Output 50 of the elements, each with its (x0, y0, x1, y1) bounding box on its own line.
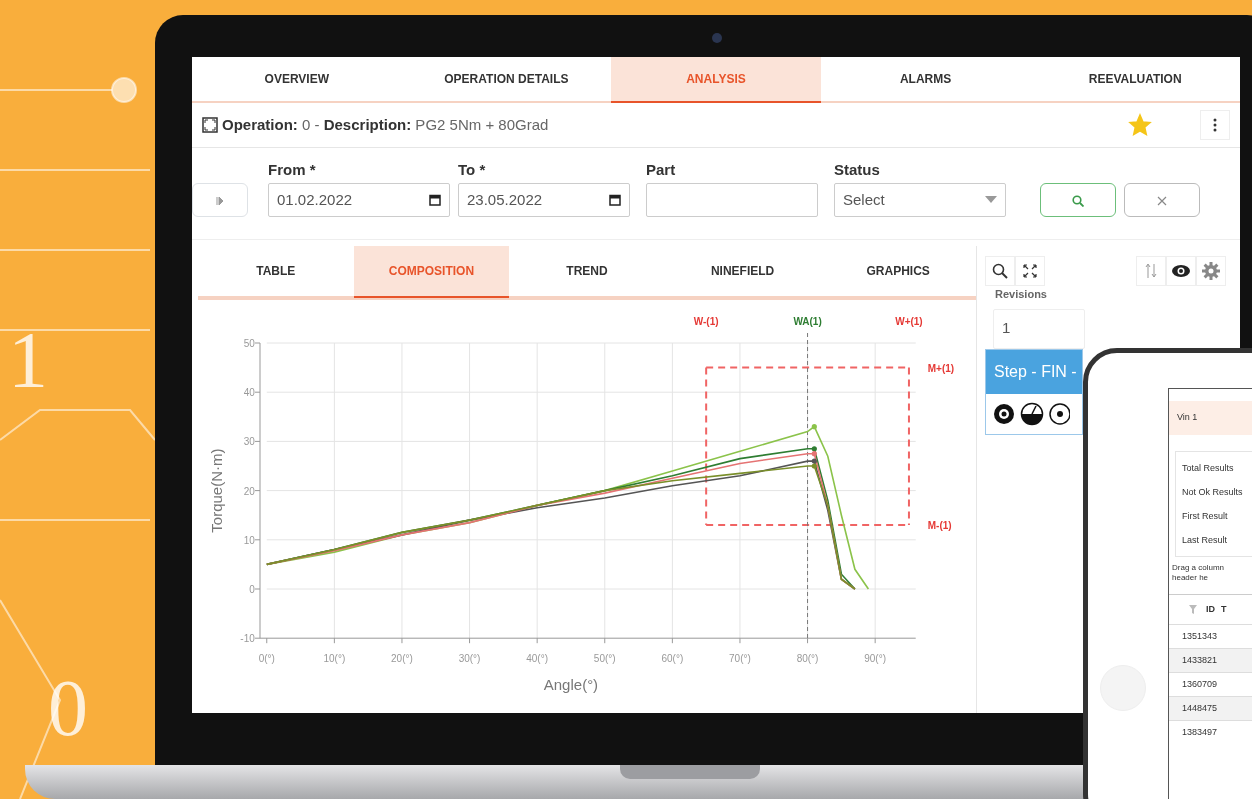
x-tick-label: 30(°) (458, 653, 481, 665)
table-cell-text: 1351343 (1180, 629, 1217, 643)
y-tick-label: 30 (243, 436, 255, 448)
column-header[interactable]: ID (1203, 602, 1215, 617)
x-tick-label: 90(°) (864, 653, 887, 665)
limit-label: W+(1) (895, 316, 923, 327)
operation-description: Operation: 0 - Description: PG2 5Nm + 80Grad (222, 114, 549, 135)
field-label: Status (834, 159, 881, 180)
limit-label: M-(1) (927, 520, 952, 532)
limit-label: WA(1) (793, 316, 822, 327)
field-label: From * (268, 159, 317, 180)
y-tick-label: 20 (243, 485, 255, 497)
x-axis-title: Angle(°) (543, 676, 599, 694)
x-tick-label: 80(°) (796, 653, 819, 665)
table-cell-text: 1383497 (1180, 725, 1217, 739)
limit-label: W-(1) (693, 316, 719, 327)
to-field[interactable]: 23.05.2022 (458, 183, 630, 217)
record-title: Vin 1 (1177, 411, 1198, 425)
y-tick-label: 40 (243, 387, 255, 399)
table-cell-text: 1360709 (1180, 677, 1217, 691)
x-tick-label: 60(°) (661, 653, 684, 665)
field-label: Part (646, 159, 677, 180)
revisions-label: Revisions (995, 287, 1048, 302)
x-tick-label: 0(°) (258, 653, 275, 665)
column-header[interactable]: T (1221, 602, 1227, 617)
x-tick-label: 10(°) (323, 653, 346, 665)
x-tick-label: 70(°) (729, 653, 751, 665)
revision-field[interactable]: 1 (993, 308, 1085, 349)
table-cell-text: 1448475 (1180, 701, 1217, 715)
background-digit: 1 (8, 320, 48, 400)
stat-label: First Result (1182, 510, 1229, 523)
step-title: Step - FIN - (986, 349, 1082, 394)
limit-label: M+(1) (927, 362, 955, 374)
from-field[interactable]: 01.02.2022 (268, 183, 450, 217)
background-digit: 0 (48, 668, 88, 748)
stat-label: Last Result (1182, 534, 1229, 547)
y-tick-label: 0 (249, 584, 255, 595)
y-tick-label: 50 (243, 338, 255, 349)
y-tick-label: 10 (243, 534, 255, 546)
grouping-hint: Drag a column header he (1172, 563, 1226, 583)
stat-label: Not Ok Results (1182, 486, 1244, 499)
x-tick-label: 20(°) (391, 653, 413, 665)
x-tick-label: 50(°) (593, 653, 616, 665)
table-cell-text: 1433821 (1180, 653, 1217, 667)
stat-label: Total Results (1182, 462, 1235, 475)
y-tick-label: -10 (240, 633, 255, 645)
y-axis-title: Torque(N·m) (208, 448, 225, 533)
x-tick-label: 40(°) (526, 653, 549, 665)
field-label: To * (458, 159, 487, 180)
status-select[interactable]: Select (834, 183, 1006, 217)
